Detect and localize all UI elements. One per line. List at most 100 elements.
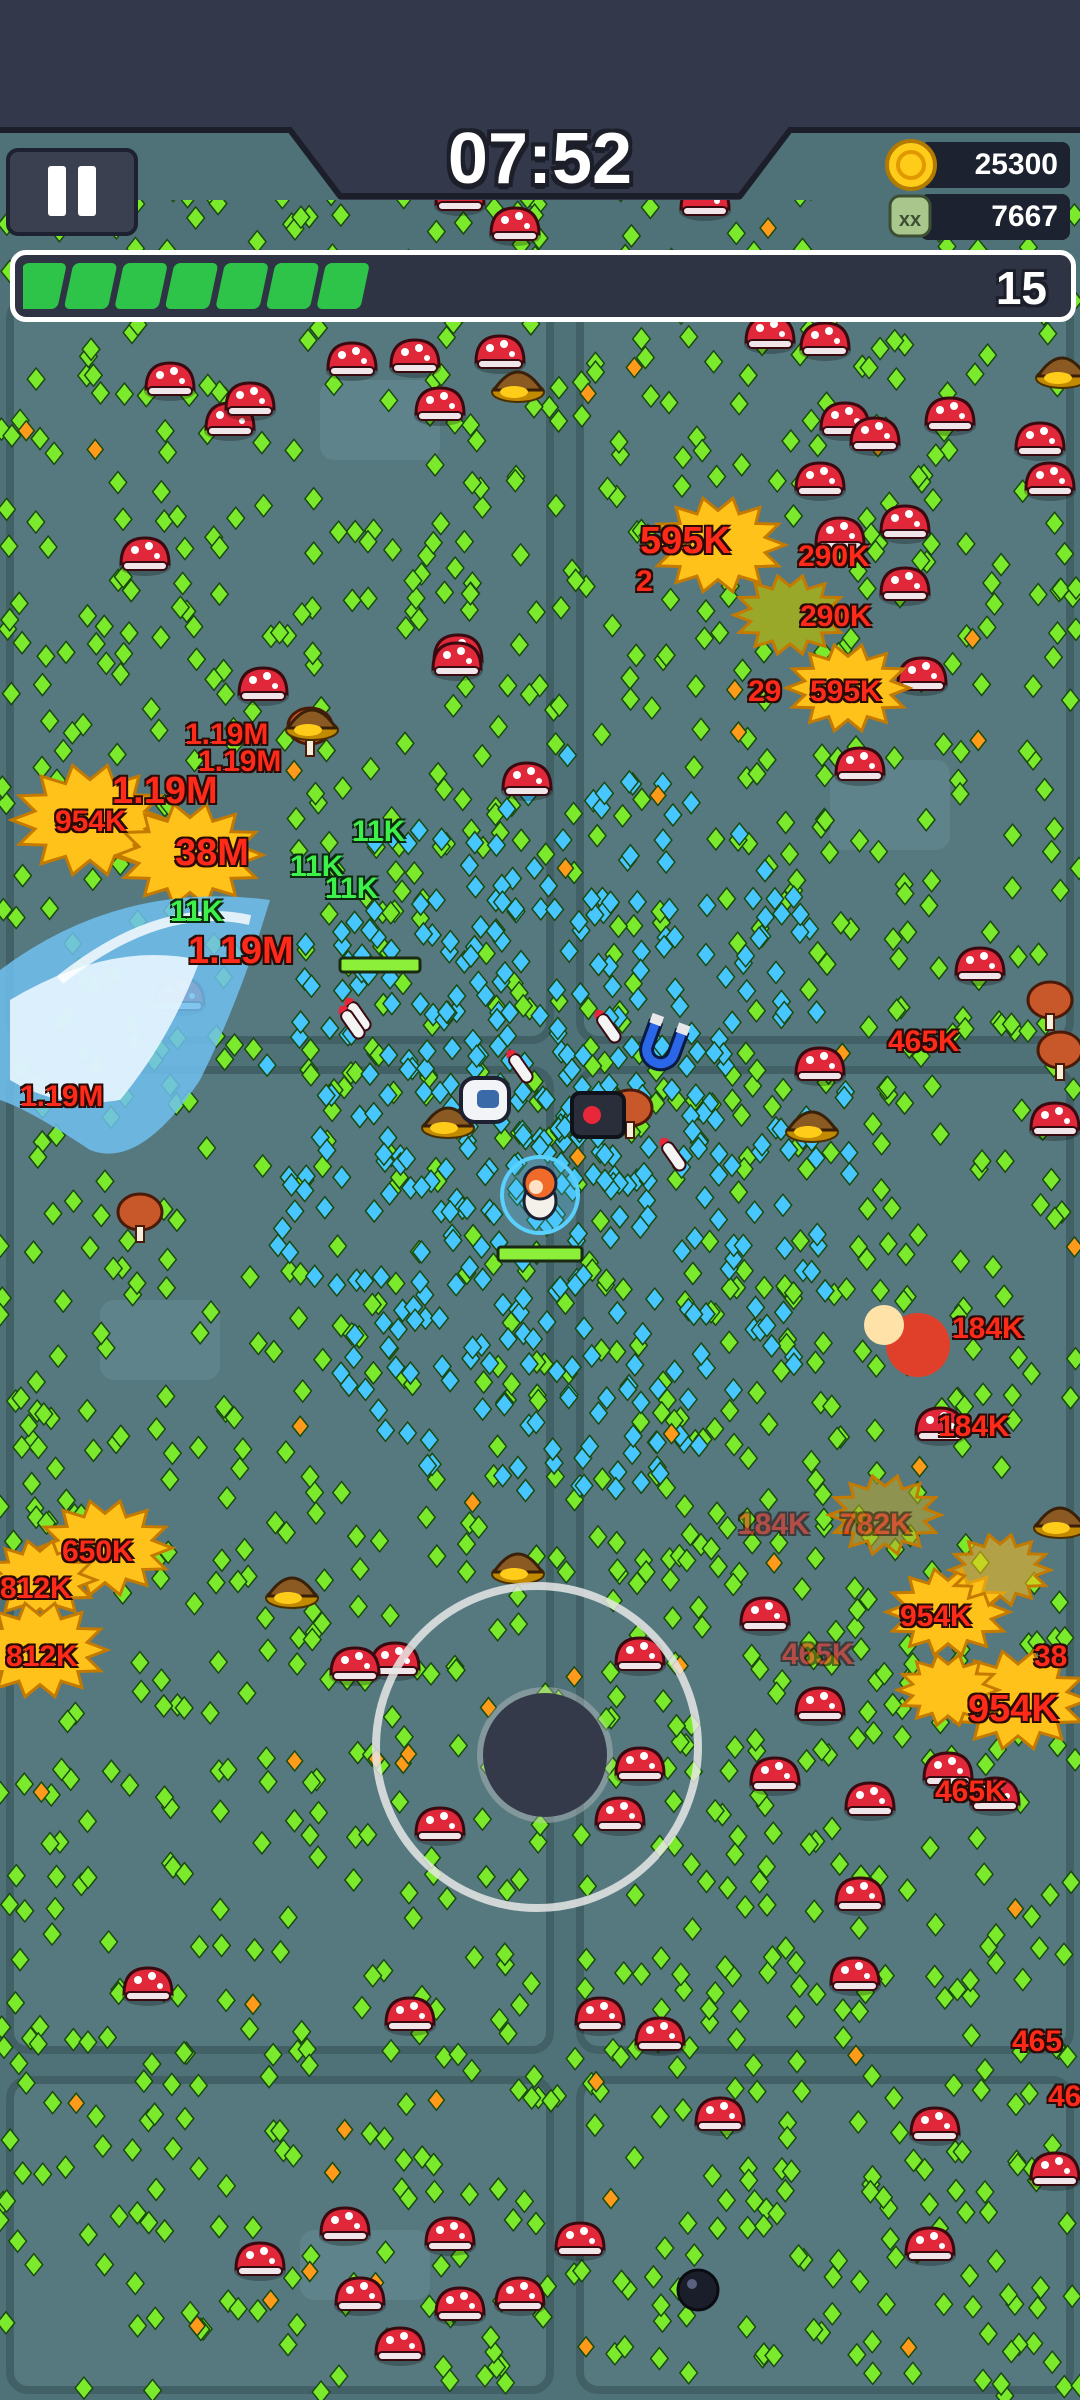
enemy-crab [739,1596,791,1636]
enemy-crab [334,2276,386,2316]
enemy-crab [849,416,901,456]
enemy-crab [374,2326,426,2366]
xp-segment [317,263,369,309]
skull-icon: xx [888,194,932,238]
enemy-crab [1029,1101,1080,1141]
damage-number: 1.19M [20,1080,104,1113]
enemy-crab [1024,461,1076,501]
game-field [0,0,1080,2400]
turret-weapon [570,1091,626,1139]
enemy-crab [694,2096,746,2136]
enemy-crab [424,2216,476,2256]
damage-number: 184K [938,1410,1010,1443]
game-timer: 07:52 [447,119,633,199]
damage-number: 2 [636,565,653,598]
enemy-crab [329,1646,381,1686]
enemy-crab [909,2106,961,2146]
xp-segment [266,263,319,309]
xp-segment [115,263,167,309]
coin-counter: 25300 [885,139,1070,191]
damage-number: 184K [738,1508,810,1541]
damage-number: 465K [935,1775,1007,1808]
damage-number: 595K [810,675,882,708]
drone-weapon [459,1076,511,1124]
enemy-crab [319,2206,371,2246]
enemy-crab [119,536,171,576]
enemy-crab [1029,2151,1080,2191]
damage-number: 11K [170,895,224,928]
damage-number: 184K [952,1312,1024,1345]
damage-number: 595K [640,520,731,562]
enemy-crab [434,2286,486,2326]
enemy-crab [634,2016,686,2056]
player-health-bar [496,1245,584,1263]
enemy-crab [924,396,976,436]
enemy-crab [237,666,289,706]
damage-number: 46 [1048,2080,1080,2113]
damage-number: 11K [325,872,379,905]
damage-number: 954K [968,1688,1059,1730]
enemy-crab [326,341,378,381]
damage-number: 465K [782,1638,854,1671]
kill-count: 7667 [991,200,1058,233]
enemy-crab [384,1996,436,2036]
kill-counter: xx 7667 [888,194,1070,240]
damage-number: 1.19M [112,770,218,812]
damage-number: 1.19M [188,930,294,972]
coin-icon [885,139,937,191]
enemy-crab [879,504,931,544]
enemy-crab [414,386,466,426]
enemy-crab [494,2276,546,2316]
joystick-knob[interactable] [483,1693,607,1817]
svg-text:xx: xx [899,209,921,231]
enemy-crab [834,746,886,786]
enemy-crab [844,1781,896,1821]
damage-number: 782K [840,1508,912,1541]
enemy-crab [794,1046,846,1086]
enemy-crab [122,1966,174,2006]
enemy-crab [501,761,553,801]
damage-number: 465K [888,1025,960,1058]
enemy-crab [794,1686,846,1726]
enemy-crab [431,641,483,681]
enemy-crab [799,321,851,361]
damage-number: 954K [900,1600,972,1633]
enemy-crab [489,206,541,246]
xp-segment [23,263,66,309]
enemy-crab [389,338,441,378]
virtual-joystick[interactable] [372,1582,702,1912]
damage-number: 954K [55,805,127,838]
damage-number: 812K [0,1572,72,1605]
enemy-crab [749,1756,801,1796]
damage-number: 38M [175,832,249,874]
experience-bar: 15 [10,250,1076,322]
damage-number: 290K [798,540,870,573]
experience-fill [23,263,369,309]
enemy-crab [1014,421,1066,461]
enemy-health-bar [338,956,422,974]
xp-segment [64,263,117,309]
enemy-crab [224,381,276,421]
damage-number: 465 [1012,2025,1063,2058]
enemy-crab [829,1956,881,1996]
damage-number: 11K [352,815,406,848]
enemy-crab [574,1996,626,2036]
bomb-pickup [676,2268,720,2312]
enemy-crab [954,946,1006,986]
level-number: 15 [995,262,1047,314]
enemy-crab [904,2226,956,2266]
enemy-crab [474,334,526,374]
damage-number: 38 [1034,1640,1068,1673]
damage-number: 29 [748,675,782,708]
enemy-crab [554,2221,606,2261]
xp-segment [216,263,268,309]
enemy-crab [794,461,846,501]
damage-number: 290K [800,600,872,633]
damage-number: 650K [62,1535,134,1568]
enemy-crab [834,1876,886,1916]
damage-number: 812K [6,1640,78,1673]
enemy-crab [879,566,931,606]
enemy-crab [234,2241,286,2281]
pause-button[interactable] [6,148,138,236]
enemy-crab [144,361,196,401]
